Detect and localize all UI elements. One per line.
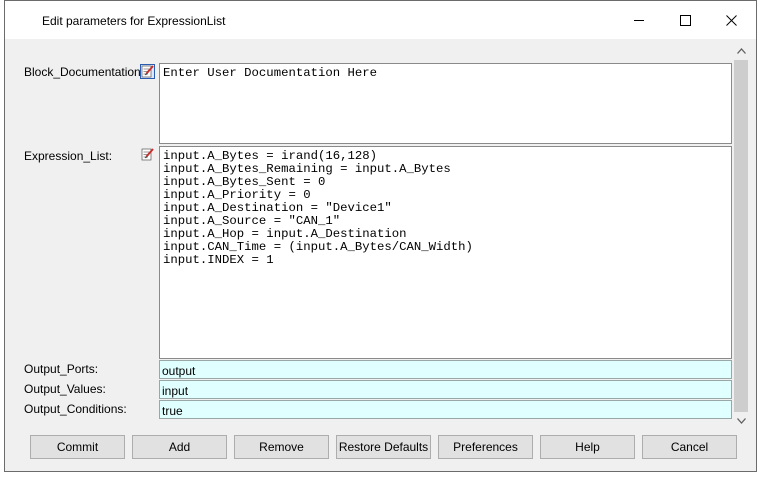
scroll-up-button[interactable] — [733, 43, 749, 59]
close-icon — [725, 14, 737, 26]
output-conditions-field[interactable]: true — [159, 400, 732, 419]
restore-defaults-button[interactable]: Restore Defaults — [336, 435, 431, 459]
output-values-field[interactable]: input — [159, 380, 732, 399]
add-button[interactable]: Add — [132, 435, 227, 459]
window-title: Edit parameters for ExpressionList — [42, 14, 226, 28]
edit-parameters-window: Edit parameters for ExpressionList Block… — [4, 0, 757, 472]
maximize-icon — [679, 14, 691, 26]
button-row: Commit Add Remove Restore Defaults Prefe… — [5, 435, 756, 463]
close-button[interactable] — [708, 1, 754, 39]
output-values-label: Output_Values: — [24, 382, 106, 396]
output-conditions-label: Output_Conditions: — [24, 402, 127, 416]
title-bar: Edit parameters for ExpressionList — [5, 1, 756, 39]
expression-list-textarea[interactable]: input.A_Bytes = irand(16,128) input.A_By… — [159, 146, 732, 359]
edit-pencil-icon[interactable] — [140, 147, 155, 162]
cancel-button[interactable]: Cancel — [642, 435, 737, 459]
scroll-thumb[interactable] — [734, 60, 748, 412]
expression-line: input.INDEX = 1 — [163, 253, 274, 267]
edit-pencil-icon[interactable] — [140, 64, 155, 79]
minimize-icon — [634, 20, 644, 21]
expression-list-label: Expression_List: — [24, 149, 113, 163]
parameters-panel: Block_Documentation: Enter User Document… — [13, 39, 733, 429]
block-documentation-label: Block_Documentation: — [24, 65, 145, 79]
output-ports-label: Output_Ports: — [24, 362, 99, 376]
maximize-button[interactable] — [662, 1, 708, 39]
chevron-down-icon — [736, 418, 746, 424]
remove-button[interactable]: Remove — [234, 435, 329, 459]
vertical-scrollbar[interactable] — [733, 43, 749, 429]
block-documentation-textarea[interactable]: Enter User Documentation Here — [159, 63, 732, 144]
minimize-button[interactable] — [616, 1, 662, 39]
preferences-button[interactable]: Preferences — [438, 435, 533, 459]
help-button[interactable]: Help — [540, 435, 635, 459]
scroll-down-button[interactable] — [733, 413, 749, 429]
chevron-up-icon — [736, 48, 746, 54]
output-ports-field[interactable]: output — [159, 360, 732, 379]
commit-button[interactable]: Commit — [30, 435, 125, 459]
